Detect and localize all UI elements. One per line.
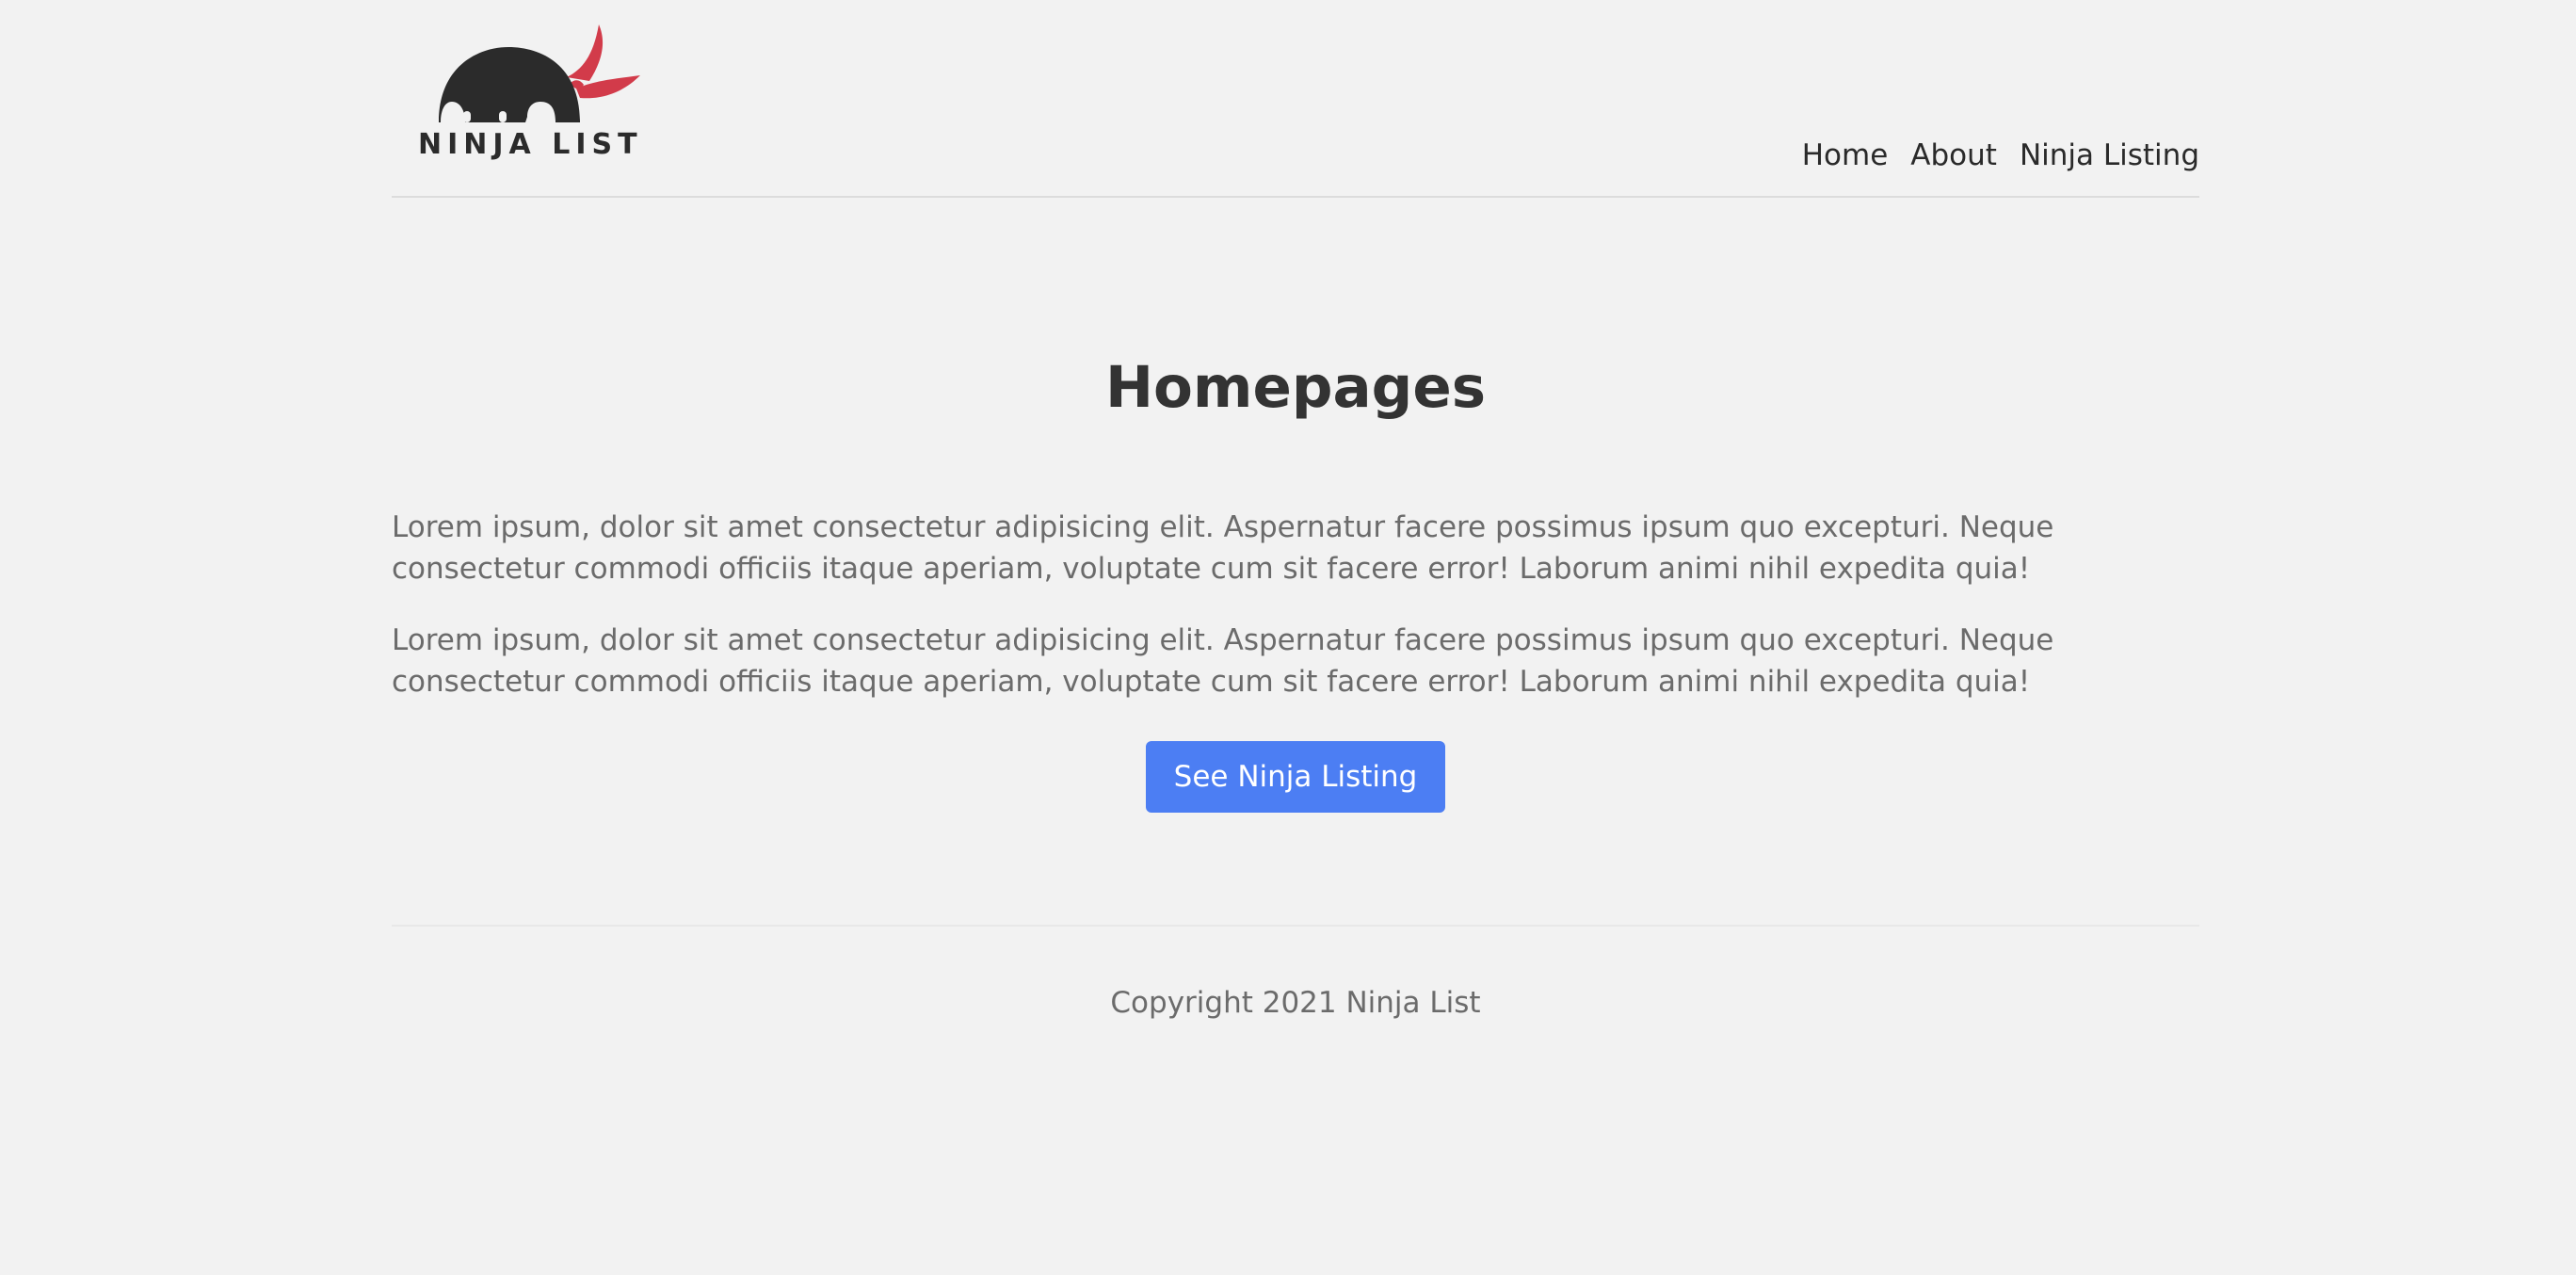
nav-ninja-listing-link[interactable]: Ninja Listing — [2020, 135, 2199, 176]
see-ninja-listing-button[interactable]: See Ninja Listing — [1145, 741, 1446, 813]
page-title: Homepages — [1104, 354, 1487, 421]
nav-home-link[interactable]: Home — [1802, 135, 1889, 176]
site-logo[interactable]: NINJA LIST — [405, 23, 650, 164]
page-content: NINJA LIST Home About Ninja Listing Home… — [392, 0, 2199, 1275]
intro-paragraph: Lorem ipsum, dolor sit amet consectetur … — [392, 510, 2054, 586]
nav-about-link[interactable]: About — [1910, 135, 1997, 176]
footer-copyright: Copyright 2021 Ninja List — [1110, 986, 1481, 1020]
ninja-head-icon — [439, 24, 640, 122]
cta-container: See Ninja Listing — [392, 741, 2199, 813]
intro-paragraph: Lorem ipsum, dolor sit amet consectetur … — [392, 623, 2054, 699]
main-nav: Home About Ninja Listing — [1802, 135, 2199, 176]
footer-divider — [392, 925, 2199, 927]
logo-text: NINJA LIST — [418, 128, 643, 161]
site-header: NINJA LIST Home About Ninja Listing — [392, 0, 2199, 198]
